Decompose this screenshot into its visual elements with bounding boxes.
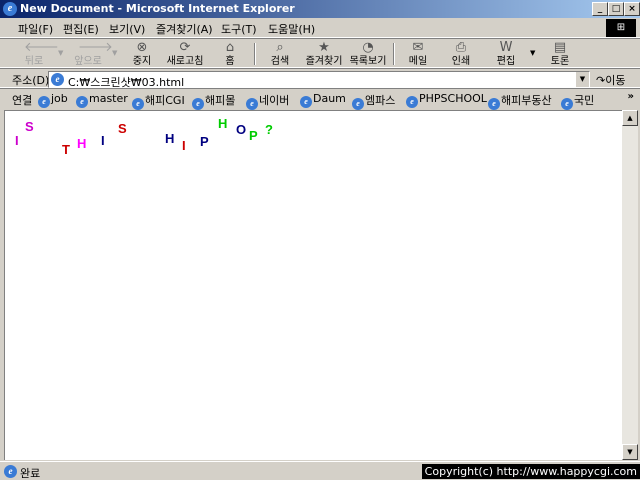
links-bar: 연결 e job e master e 해피CGI e 해피몰 e 네이버 e Daum e… [0, 88, 640, 110]
home-button[interactable]: ⌂ 홈 [206, 40, 254, 68]
scattered-letter: ? [265, 122, 273, 137]
links-more-icon[interactable]: » [628, 91, 634, 102]
link-item[interactable]: e Daum [300, 92, 346, 108]
word-edit-icon: W [499, 40, 513, 55]
ie-page-icon: e [406, 96, 418, 108]
menu-tools[interactable]: 도구(T) [221, 21, 257, 37]
link-item[interactable]: e 네이버 [246, 92, 289, 110]
scroll-up-icon[interactable]: ▲ [622, 110, 638, 126]
close-button[interactable]: × [624, 2, 640, 16]
ie-logo-icon: e [3, 2, 17, 16]
favorites-folder-icon: ★ [318, 40, 330, 55]
mail-icon: ✉ [412, 40, 424, 55]
ie-page-icon: e [488, 98, 500, 110]
back-arrow-icon: 🡐 [24, 40, 59, 55]
scattered-letter: H [77, 136, 87, 151]
link-item[interactable]: e 국민 [561, 92, 594, 110]
scattered-letter: O [236, 122, 247, 137]
scattered-letter: T [62, 142, 70, 157]
scattered-letter: S [118, 121, 127, 136]
link-item[interactable]: e 해피몰 [192, 92, 235, 110]
minimize-button[interactable]: _ [592, 2, 608, 16]
scattered-letter: P [249, 128, 258, 143]
page-icon: e [51, 73, 64, 86]
refresh-icon: ⟳ [179, 40, 191, 55]
toolbar: 🡐 뒤로 ▼ 🡒 앞으로 ▼ ⊗ 중지 ⟳ 새로고침 ⌂ 홈 ⌕ 검색 ★ 즐겨… [0, 38, 640, 68]
menu-view[interactable]: 보기(V) [109, 21, 145, 37]
menu-bar: 파일(F) 편집(E) 보기(V) 즐겨찾기(A) 도구(T) 도움말(H) [0, 18, 640, 38]
scattered-letter: H [165, 131, 175, 146]
menu-favorites[interactable]: 즐겨찾기(A) [156, 21, 213, 37]
ie-page-icon: e [4, 465, 17, 478]
link-item[interactable]: e 해피CGI [132, 92, 185, 110]
menu-file[interactable]: 파일(F) [18, 21, 53, 37]
search-icon: ⌕ [276, 40, 284, 55]
link-item[interactable]: e 엠파스 [352, 92, 395, 110]
ie-page-icon: e [352, 98, 364, 110]
favorites-button[interactable]: ★ 즐겨찾기 [300, 40, 348, 68]
status-text: 완료 [20, 467, 41, 480]
edit-dropdown-icon[interactable]: ▼ [530, 49, 535, 57]
ie-page-icon: e [76, 96, 88, 108]
address-bar: 주소(D) e C:₩스크린샷₩03.html ▼ ↷이동 [0, 68, 640, 89]
status-bar: e 완료 Copyright(c) http://www.happycgi.co… [0, 461, 640, 480]
forward-dropdown-icon[interactable]: ▼ [112, 49, 117, 57]
link-item[interactable]: e job [38, 92, 68, 108]
address-label: 주소(D) [12, 74, 50, 87]
discuss-button[interactable]: ▤ 토론 [536, 40, 584, 68]
window-title: New Document - Microsoft Internet Explor… [20, 2, 295, 15]
edit-button[interactable]: W 편집 [482, 40, 530, 68]
title-bar: e New Document - Microsoft Internet Expl… [0, 0, 640, 18]
maximize-button[interactable]: □ [608, 2, 624, 16]
mail-button[interactable]: ✉ 메일 [394, 40, 442, 68]
ie-page-icon: e [192, 98, 204, 110]
links-label: 연결 [12, 94, 33, 107]
print-button[interactable]: ⎙ 인쇄 [437, 40, 485, 68]
search-button[interactable]: ⌕ 검색 [256, 40, 304, 68]
refresh-button[interactable]: ⟳ 새로고침 [161, 40, 209, 68]
vertical-scrollbar[interactable]: ▲ ▼ [622, 110, 638, 460]
scattered-letter: S [25, 119, 34, 134]
page-content: I S T H I S H I P H O P ? [4, 110, 622, 460]
scattered-letter: P [200, 134, 209, 149]
scattered-letter: H [218, 116, 228, 131]
back-button[interactable]: 🡐 뒤로 [10, 40, 59, 68]
scattered-letter: I [101, 133, 105, 148]
ie-page-icon: e [561, 98, 573, 110]
back-dropdown-icon[interactable]: ▼ [58, 49, 63, 57]
forward-arrow-icon: 🡒 [78, 40, 113, 55]
forward-button[interactable]: 🡒 앞으로 [64, 40, 113, 68]
scroll-down-icon[interactable]: ▼ [622, 444, 638, 460]
address-dropdown-icon[interactable]: ▼ [575, 72, 589, 87]
copyright-watermark: Copyright(c) http://www.happycgi.com [421, 464, 640, 479]
go-arrow-icon: ↷ [596, 74, 606, 87]
history-icon: ◔ [362, 40, 374, 55]
menu-edit[interactable]: 편집(E) [63, 21, 99, 37]
menu-help[interactable]: 도움말(H) [268, 21, 315, 37]
scattered-letter: I [15, 133, 19, 148]
ie-page-icon: e [132, 98, 144, 110]
ie-page-icon: e [300, 96, 312, 108]
windows-logo-icon: ⊞ [606, 19, 636, 37]
stop-icon: ⊗ [136, 40, 148, 55]
home-icon: ⌂ [225, 40, 235, 55]
ie-page-icon: e [246, 98, 258, 110]
go-button[interactable]: ↷이동 [596, 72, 625, 88]
link-item[interactable]: e PHPSCHOOL [406, 92, 487, 108]
link-item[interactable]: e 해피부동산 [488, 92, 552, 110]
printer-icon: ⎙ [455, 40, 467, 55]
scattered-letter: I [182, 138, 186, 153]
history-button[interactable]: ◔ 목록보기 [344, 40, 392, 68]
stop-button[interactable]: ⊗ 중지 [118, 40, 166, 68]
address-input[interactable]: e C:₩스크린샷₩03.html ▼ [48, 71, 590, 89]
link-item[interactable]: e master [76, 92, 128, 108]
discuss-icon: ▤ [553, 40, 567, 55]
ie-page-icon: e [38, 96, 50, 108]
